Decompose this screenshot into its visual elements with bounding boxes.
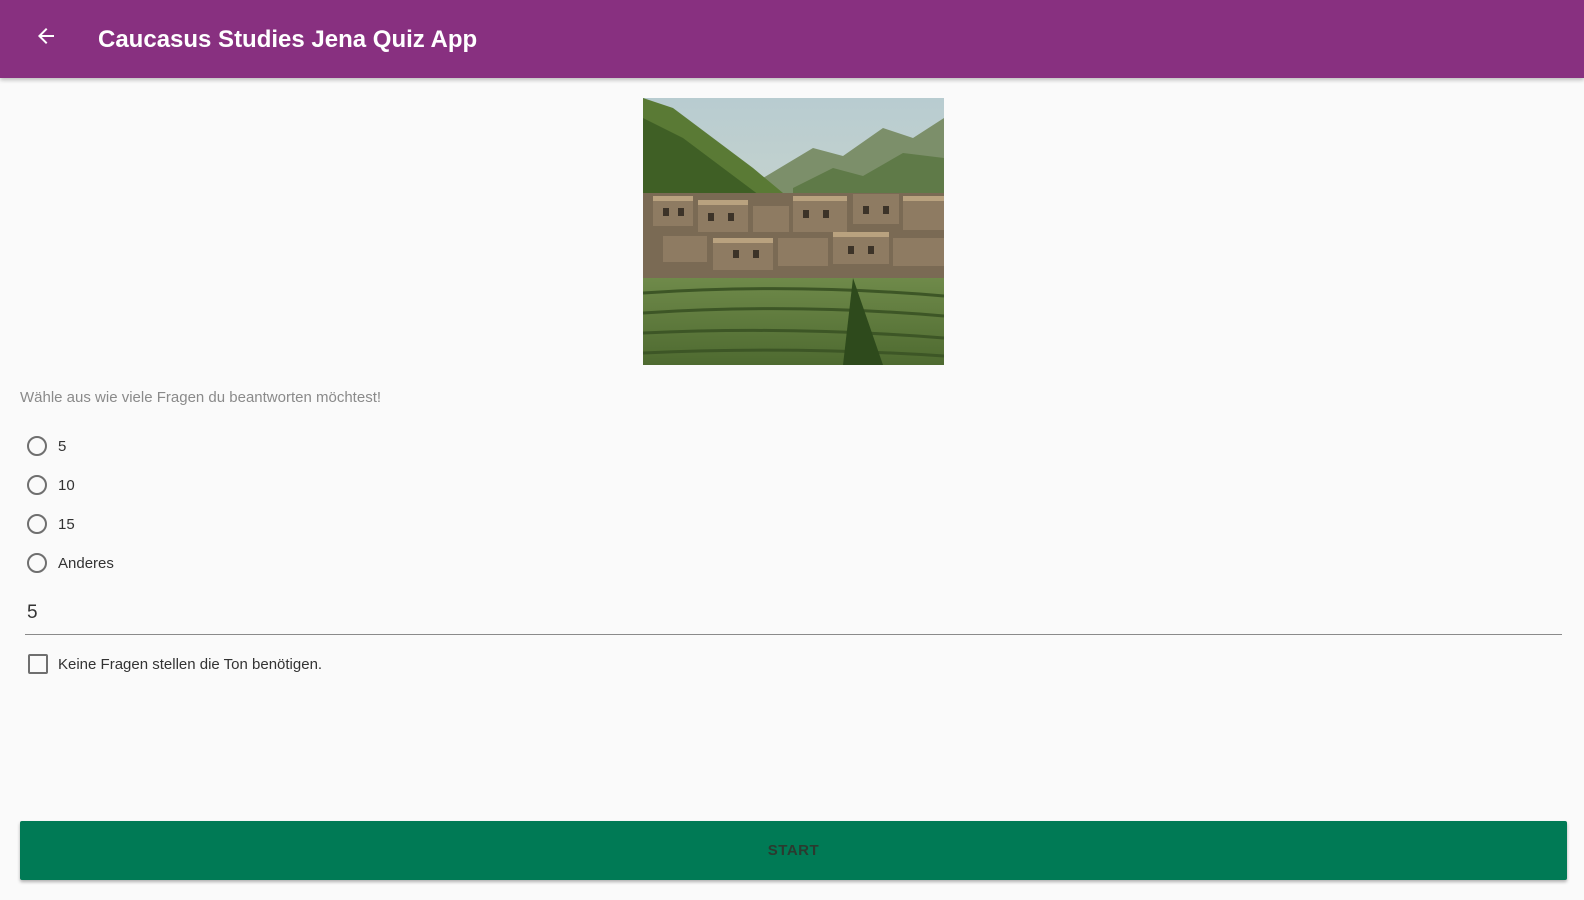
back-button[interactable]: [28, 20, 64, 56]
radio-label: 5: [58, 437, 67, 455]
quiz-setup-screen: Caucasus Studies Jena Quiz App Wähle aus…: [0, 0, 1584, 900]
start-button-label: START: [767, 842, 820, 859]
question-count-input[interactable]: [27, 598, 1527, 628]
radio-button[interactable]: [27, 553, 47, 573]
radio-option-15[interactable]: 15: [27, 510, 75, 538]
radio-option-5[interactable]: 5: [27, 432, 66, 460]
radio-label: 10: [58, 476, 75, 494]
arrow-back-icon: [34, 24, 58, 53]
question-count-prompt: Wähle aus wie viele Fragen du beantworte…: [20, 389, 382, 406]
app-title: Caucasus Studies Jena Quiz App: [98, 26, 478, 53]
radio-option-10[interactable]: 10: [27, 471, 75, 499]
start-button[interactable]: START: [20, 821, 1567, 880]
checkbox[interactable]: [28, 654, 48, 674]
checkbox-label: Keine Fragen stellen die Ton benötigen.: [58, 655, 323, 673]
question-count-field: [25, 596, 1562, 635]
radio-button[interactable]: [27, 514, 47, 534]
hero-image: [643, 98, 944, 365]
radio-label: 15: [58, 515, 75, 533]
radio-option-other[interactable]: Anderes: [27, 549, 114, 577]
radio-label: Anderes: [58, 554, 114, 572]
radio-button[interactable]: [27, 436, 47, 456]
app-bar: Caucasus Studies Jena Quiz App: [0, 0, 1584, 78]
radio-button[interactable]: [27, 475, 47, 495]
no-sound-questions-option[interactable]: Keine Fragen stellen die Ton benötigen.: [28, 652, 322, 676]
mountain-village-photo: [643, 98, 944, 365]
